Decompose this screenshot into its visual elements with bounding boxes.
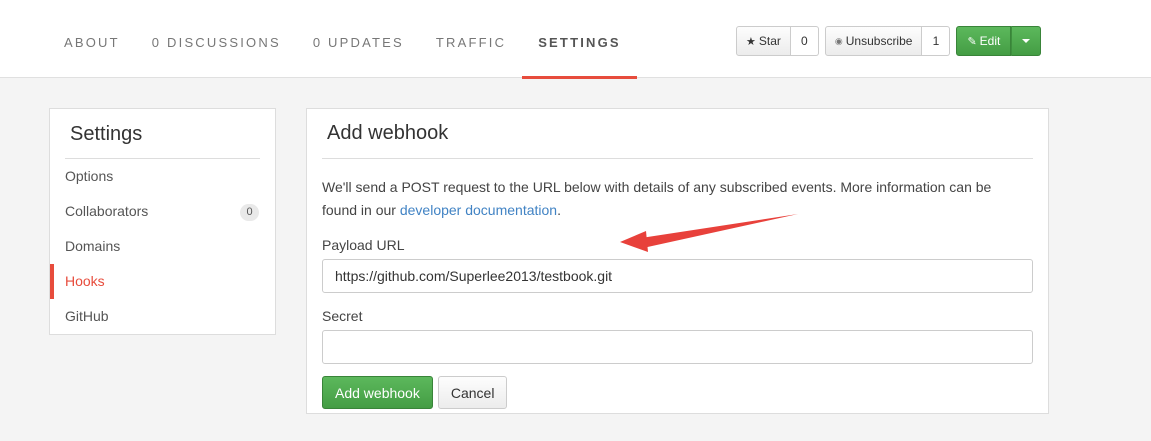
star-group: ★ Star 0 [736, 26, 819, 56]
star-button[interactable]: ★ Star [736, 26, 791, 56]
sidebar-item-label: Hooks [65, 273, 105, 289]
payload-url-label: Payload URL [322, 237, 405, 253]
sidebar-item-collaborators[interactable]: Collaborators 0 [50, 194, 275, 229]
secret-input[interactable] [322, 330, 1033, 364]
watcher-count[interactable]: 1 [922, 26, 951, 56]
nav-tabs: ABOUT 0 DISCUSSIONS 0 UPDATES TRAFFIC SE… [48, 0, 637, 79]
edit-label: Edit [979, 34, 1001, 48]
payload-url-input[interactable] [322, 259, 1033, 293]
sidebar-item-domains[interactable]: Domains [50, 229, 275, 264]
top-navigation-bar: ABOUT 0 DISCUSSIONS 0 UPDATES TRAFFIC SE… [0, 0, 1151, 79]
add-webhook-panel: Add webhook We'll send a POST request to… [306, 108, 1049, 414]
sidebar-title: Settings [70, 123, 143, 145]
repo-actions: ★ Star 0 ◉ Unsubscribe 1 ✎ Edit [736, 26, 1042, 56]
unsubscribe-button[interactable]: ◉ Unsubscribe [824, 26, 923, 56]
cancel-button[interactable]: Cancel [437, 376, 508, 409]
star-label: Star [758, 34, 781, 48]
sidebar-item-hooks[interactable]: Hooks [50, 264, 275, 299]
unsubscribe-label: Unsubscribe [845, 34, 913, 48]
tab-settings[interactable]: SETTINGS [522, 0, 637, 79]
edit-button[interactable]: ✎ Edit [956, 26, 1012, 56]
watch-group: ◉ Unsubscribe 1 [824, 26, 951, 56]
sidebar-item-label: Collaborators [65, 203, 149, 219]
caret-down-icon [1022, 39, 1031, 43]
rss-icon: ◉ [834, 35, 843, 46]
star-count[interactable]: 0 [790, 26, 819, 56]
developer-documentation-link[interactable]: developer documentation [400, 202, 557, 218]
sidebar-item-options[interactable]: Options [50, 159, 275, 194]
webhook-description: We'll send a POST request to the URL bel… [307, 159, 1022, 222]
tab-discussions[interactable]: 0 DISCUSSIONS [136, 0, 297, 78]
tab-updates[interactable]: 0 UPDATES [297, 0, 420, 78]
sidebar-item-label: Domains [65, 238, 121, 254]
secret-label: Secret [322, 308, 363, 324]
sidebar-item-label: GitHub [65, 308, 109, 324]
panel-title: Add webhook [327, 122, 449, 144]
pencil-icon: ✎ [967, 35, 977, 48]
edit-dropdown-toggle[interactable] [1011, 26, 1042, 56]
settings-sidebar: Settings Options Collaborators 0 Domains… [49, 108, 276, 335]
add-webhook-button[interactable]: Add webhook [322, 376, 433, 409]
description-end: . [557, 202, 561, 218]
edit-group: ✎ Edit [956, 26, 1042, 56]
form-actions: Add webhook Cancel [322, 376, 1048, 409]
sidebar-item-github[interactable]: GitHub [50, 299, 275, 334]
tab-traffic[interactable]: TRAFFIC [420, 0, 522, 78]
tab-about[interactable]: ABOUT [48, 0, 136, 78]
star-icon: ★ [746, 35, 756, 48]
collaborators-count-badge: 0 [240, 204, 259, 221]
sidebar-item-label: Options [65, 168, 114, 184]
